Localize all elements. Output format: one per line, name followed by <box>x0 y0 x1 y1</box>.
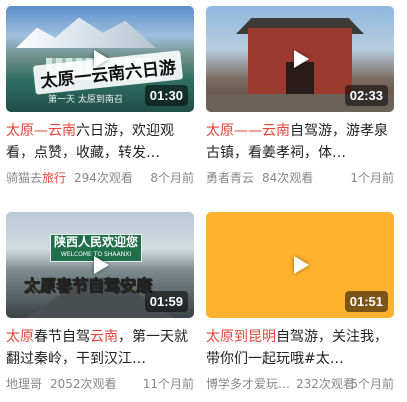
title-separator: — <box>34 123 48 139</box>
video-thumbnail[interactable]: 01:51 <box>206 212 394 318</box>
mountain-graphic <box>16 17 156 48</box>
video-thumbnail[interactable]: 02:33 <box>206 6 394 112</box>
video-meta: 骑猫去旅行 294次观看 8个月前 <box>6 169 194 187</box>
view-count: 2052次观看 <box>50 377 117 391</box>
author-highlight: 旅行 <box>42 171 67 185</box>
play-icon[interactable] <box>294 256 309 274</box>
duration-badge: 01:30 <box>144 85 188 106</box>
play-icon[interactable] <box>94 256 109 274</box>
title-highlight: 太原 <box>206 123 234 139</box>
sign-text: 陕西人民欢迎您 <box>53 235 138 249</box>
video-title[interactable]: 太原—云南六日游，欢迎观看，点赞，收藏，转发… <box>6 120 194 164</box>
video-title[interactable]: 太原到昆明自驾游，关注我，带你们一起玩哦#太… <box>206 326 394 370</box>
upload-time: 1个月前 <box>350 171 394 185</box>
video-thumbnail[interactable]: 太原一云南六日游 第一天 太原到南召 01:30 <box>6 6 194 112</box>
title-text: 春节自驾 <box>34 329 90 345</box>
thumbnail-subtitle: 第一天 太原到南召 <box>48 95 123 105</box>
author-name[interactable]: 地理哥 <box>6 375 42 393</box>
video-card[interactable]: 陕西人民欢迎您 WELCOME TO SHAANXI 太原春节自驾安康 01:5… <box>6 212 194 393</box>
video-card[interactable]: 01:51 太原到昆明自驾游，关注我，带你们一起玩哦#太… 博学多才爱玩… 23… <box>206 212 394 393</box>
video-meta: 勇者青云 84次观看 1个月前 <box>206 169 394 187</box>
view-count: 232次观看 <box>296 377 355 391</box>
duration-badge: 01:59 <box>144 291 188 312</box>
video-meta: 地理哥 2052次观看 11个月前 <box>6 375 194 393</box>
view-count: 84次观看 <box>262 171 314 185</box>
title-separator: —— <box>234 123 262 139</box>
upload-time: 5个月前 <box>350 377 394 391</box>
duration-badge: 01:51 <box>344 291 388 312</box>
author-name[interactable]: 博学多才爱玩… <box>206 375 290 393</box>
upload-time: 11个月前 <box>142 377 194 391</box>
video-card[interactable]: 02:33 太原——云南自驾游，游孝泉古镇，看姜孝祠，体… 勇者青云 84次观看… <box>206 6 394 187</box>
author-name[interactable]: 勇者青云 <box>206 169 254 187</box>
duration-badge: 02:33 <box>344 85 388 106</box>
thumbnail-caption: 太原春节自驾安康 <box>24 276 153 296</box>
title-highlight: 太原 <box>6 329 34 345</box>
play-icon[interactable] <box>94 50 109 68</box>
upload-time: 8个月前 <box>150 171 194 185</box>
video-card[interactable]: 太原一云南六日游 第一天 太原到南召 01:30 太原—云南六日游，欢迎观看，点… <box>6 6 194 187</box>
video-meta: 博学多才爱玩… 232次观看 5个月前 <box>206 375 394 393</box>
title-highlight: 太原到昆明 <box>206 329 276 345</box>
play-icon[interactable] <box>294 50 309 68</box>
view-count: 294次观看 <box>74 171 133 185</box>
author-text: 骑猫去 <box>6 171 43 185</box>
video-title[interactable]: 太原春节自驾云南，第一天就翻过秦岭，干到汉江… <box>6 326 194 370</box>
title-highlight: 云南 <box>90 329 118 345</box>
video-title[interactable]: 太原——云南自驾游，游孝泉古镇，看姜孝祠，体… <box>206 120 394 164</box>
title-highlight: 云南 <box>262 123 290 139</box>
author-name[interactable]: 骑猫去旅行 <box>6 169 66 187</box>
title-highlight: 太原 <box>6 123 34 139</box>
title-highlight: 云南 <box>48 123 76 139</box>
video-thumbnail[interactable]: 陕西人民欢迎您 WELCOME TO SHAANXI 太原春节自驾安康 01:5… <box>6 212 194 318</box>
